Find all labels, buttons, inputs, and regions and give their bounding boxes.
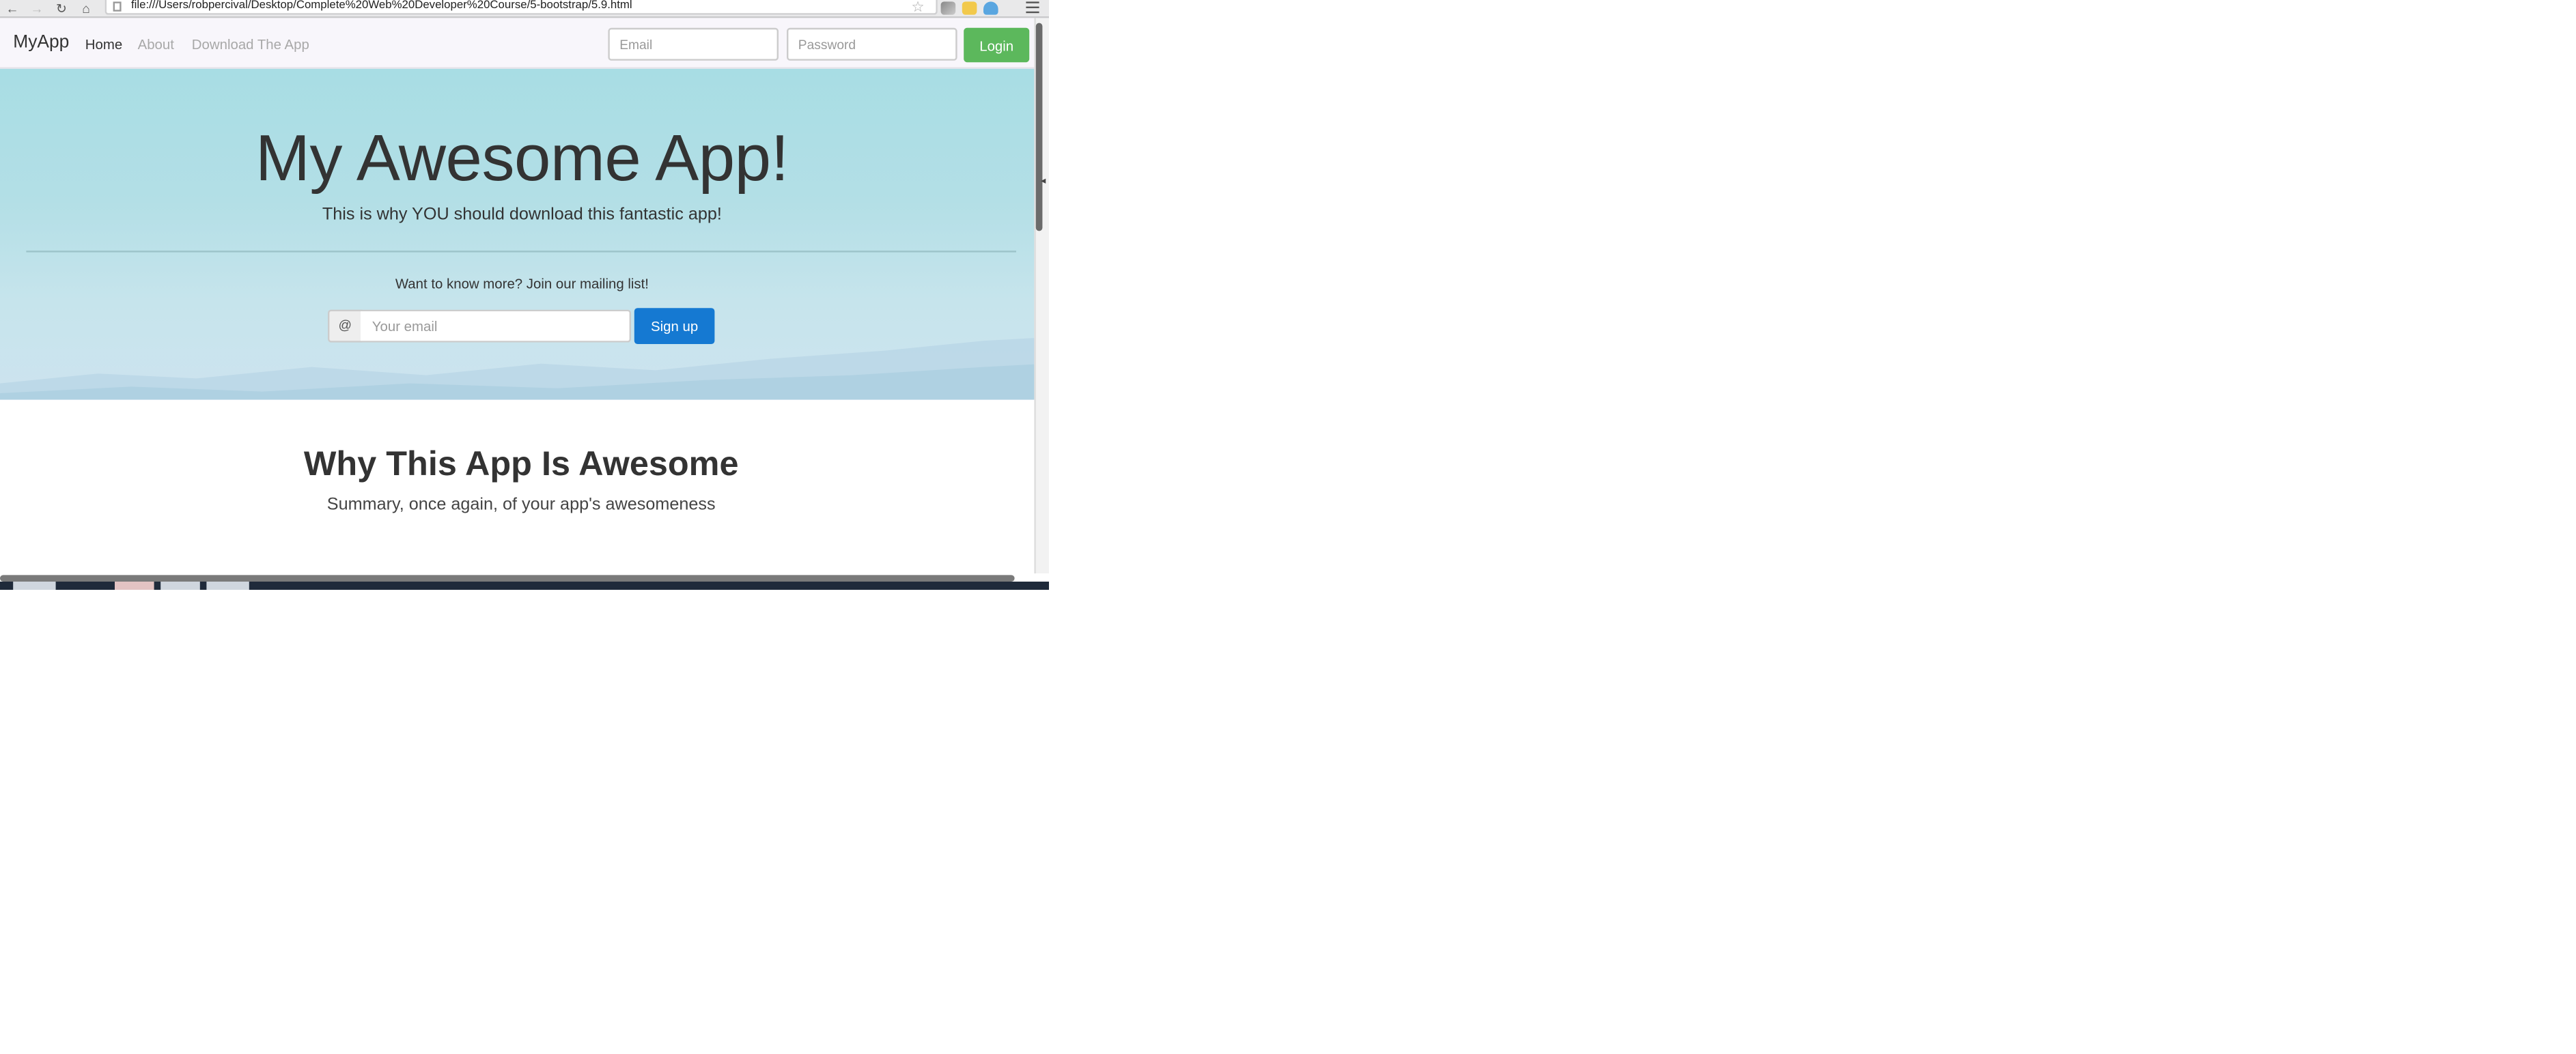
horizontal-scrollbar-thumb[interactable] [0, 575, 1015, 582]
vertical-scrollbar-thumb[interactable] [1035, 23, 1043, 231]
taskbar-item[interactable] [160, 582, 200, 590]
pencil-extension-icon[interactable] [940, 1, 956, 14]
hero-divider [26, 251, 1016, 253]
login-password-field[interactable] [787, 27, 957, 61]
hamburger-menu-icon[interactable] [1026, 1, 1039, 14]
taskbar-item[interactable] [115, 582, 154, 590]
address-bar[interactable]: file:///Users/robpercival/Desktop/Comple… [104, 0, 938, 15]
at-sign-icon: @ [328, 309, 363, 343]
browser-toolbar: ← → ↻ ⌂ file:///Users/robpercival/Deskto… [0, 0, 1049, 18]
bookmark-star-icon[interactable]: ☆ [911, 0, 924, 15]
page-icon [113, 1, 122, 12]
nav-link-download[interactable]: Download The App [192, 36, 309, 53]
section-title: Why This App Is Awesome [303, 445, 739, 483]
os-taskbar [0, 582, 1049, 590]
nav-link-home[interactable]: Home [85, 36, 122, 53]
taskbar-item[interactable] [13, 582, 56, 590]
star-extension-icon[interactable] [962, 1, 977, 14]
reload-icon[interactable]: ↻ [54, 1, 69, 16]
page-viewport: MyApp Home About Download The App Login … [0, 18, 1035, 574]
section-subtitle: Summary, once again, of your app's aweso… [326, 494, 716, 515]
cloud-extension-icon[interactable] [983, 1, 998, 14]
forward-arrow-icon[interactable]: → [29, 1, 44, 16]
mailing-email-field[interactable] [361, 309, 632, 343]
nav-link-about[interactable]: About [138, 36, 174, 53]
taskbar-item[interactable] [206, 582, 249, 590]
sign-up-button[interactable]: Sign up [634, 308, 715, 345]
url-text[interactable]: file:///Users/robpercival/Desktop/Comple… [131, 0, 632, 13]
hero-subtitle: This is why YOU should download this fan… [322, 205, 722, 225]
back-arrow-icon[interactable]: ← [5, 1, 20, 16]
hero-section: My Awesome App! This is why YOU should d… [0, 68, 1035, 400]
browser-nav-buttons: ← → ↻ ⌂ [5, 0, 94, 16]
mailing-list-text: Want to know more? Join our mailing list… [395, 275, 649, 292]
navbar: MyApp Home About Download The App Login [0, 18, 1035, 69]
brand-logo[interactable]: MyApp [13, 33, 69, 53]
home-icon[interactable]: ⌂ [79, 1, 94, 16]
extension-icons [940, 0, 998, 15]
screen: ← → ↻ ⌂ file:///Users/robpercival/Deskto… [0, 0, 1049, 590]
login-email-field[interactable] [608, 27, 779, 61]
login-button[interactable]: Login [964, 27, 1030, 63]
hero-title: My Awesome App! [255, 123, 789, 195]
resize-arrow-icon: ◂ [1041, 177, 1046, 187]
